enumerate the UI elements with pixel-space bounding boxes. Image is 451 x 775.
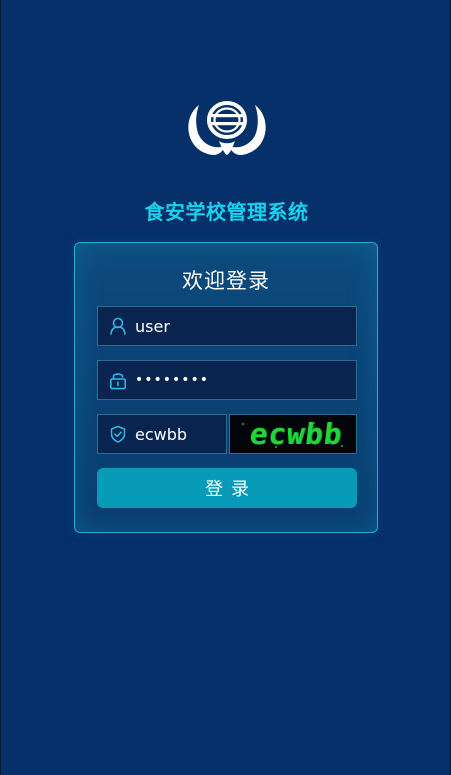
captcha-noise [242,423,244,425]
username-field[interactable] [97,306,357,346]
login-button[interactable]: 登录 [97,468,357,508]
captcha-image[interactable]: ecwbb [229,414,357,454]
login-card: 欢迎登录 ecwbb [74,242,378,533]
password-field[interactable] [97,360,357,400]
login-page: 食安学校管理系统 欢迎登录 ecwbb [1,0,450,775]
captcha-code: ecwbb [247,417,345,451]
captcha-input[interactable] [135,415,219,453]
logo-icon [188,101,266,155]
captcha-noise [275,446,277,448]
username-input[interactable] [135,307,349,345]
login-heading: 欢迎登录 [182,269,270,293]
captcha-noise [313,422,315,424]
shield-check-icon [110,425,126,443]
captcha-noise [341,445,343,447]
captcha-field[interactable] [97,414,227,454]
app-title: 食安学校管理系统 [144,200,309,224]
lock-icon [109,373,126,390]
user-icon [110,317,126,335]
password-input[interactable] [135,361,349,399]
